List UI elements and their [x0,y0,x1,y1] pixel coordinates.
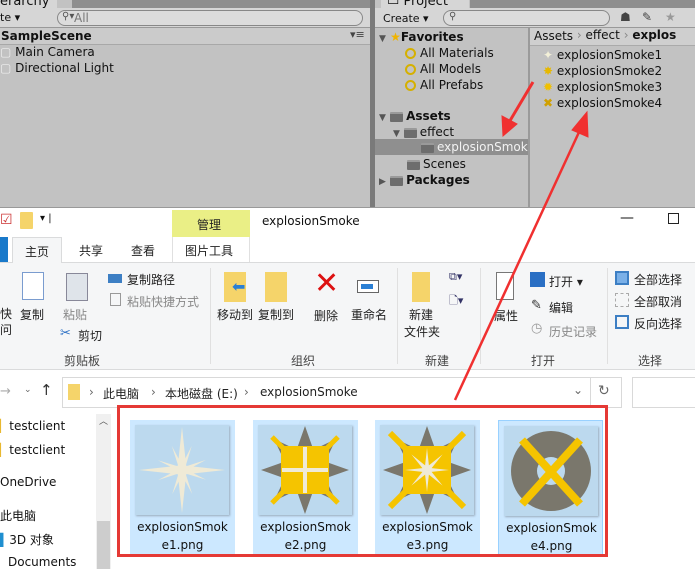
tab-home[interactable]: 主页 [12,237,62,263]
annotation-arrow [453,110,589,401]
label: 主页 [25,245,50,259]
annotation-arrows [453,81,589,401]
annotation-arrow [501,81,535,138]
